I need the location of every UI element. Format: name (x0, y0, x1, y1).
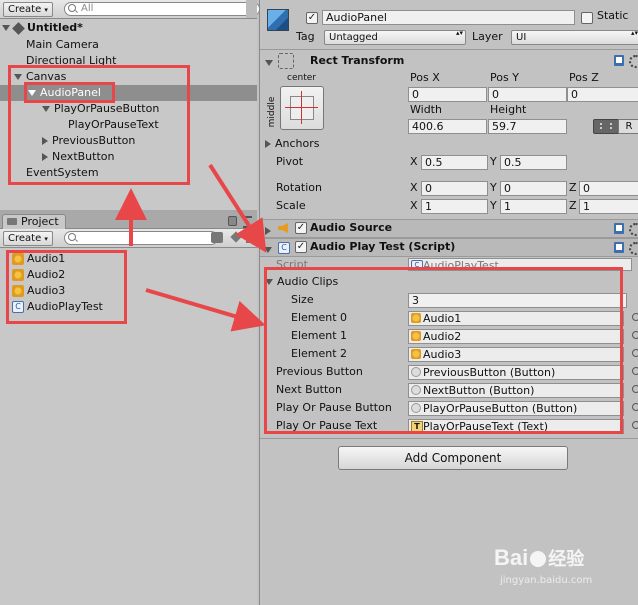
annotation-arrows (115, 163, 267, 332)
arrow-to-fields (145, 288, 266, 332)
arrow-to-script (208, 163, 267, 253)
